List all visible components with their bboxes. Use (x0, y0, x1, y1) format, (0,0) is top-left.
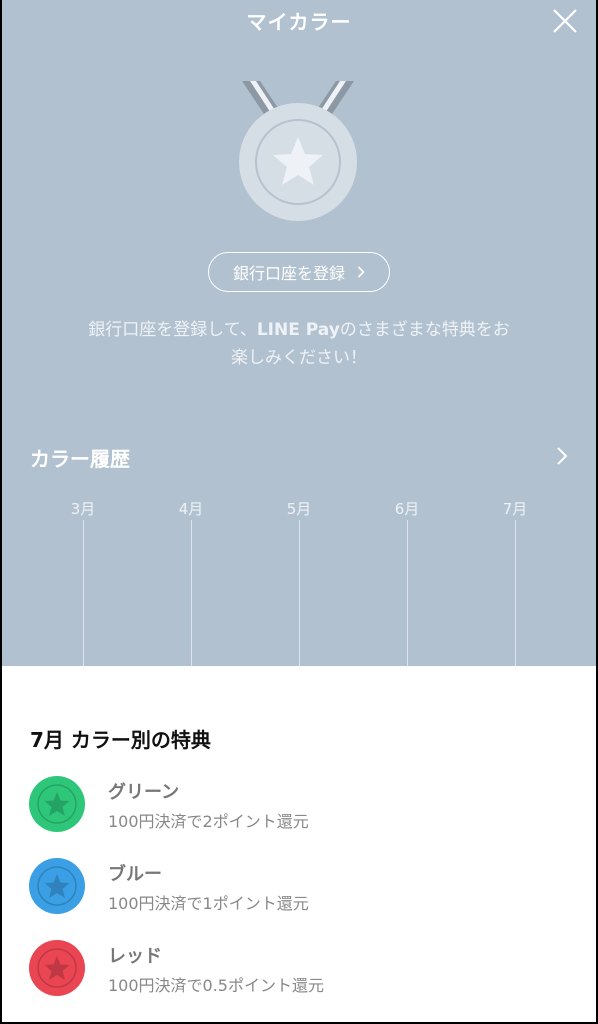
benefit-description: 100円決済で1ポイント還元 (108, 894, 309, 913)
description-text-3: 楽しみください！ (231, 348, 367, 368)
chevron-right-icon (357, 266, 365, 278)
benefits-title: 7月 カラー別の特典 (30, 728, 211, 752)
month-gridline (515, 520, 516, 666)
month-label: 4月 (178, 500, 204, 518)
month-label: 5月 (286, 500, 312, 518)
month-label: 7月 (502, 500, 528, 518)
benefit-item-green: グリーン 100円決済で2ポイント還元 (28, 774, 568, 834)
description-text-2: のさまざまな特典をお (339, 320, 510, 340)
month-label: 6月 (394, 500, 420, 518)
close-icon[interactable] (552, 8, 578, 34)
register-button-label: 銀行口座を登録 (232, 264, 345, 283)
register-description: 銀行口座を登録して、LINE Payのさまざまな特典をお 楽しみください！ (42, 316, 556, 372)
register-bank-account-button[interactable]: 銀行口座を登録 (208, 252, 390, 292)
month-gridline (299, 520, 300, 666)
star-coin-icon (29, 858, 85, 914)
page-title: マイカラー (246, 10, 352, 34)
description-text-1: 銀行口座を登録して、 (88, 320, 257, 340)
month-gridline (407, 520, 408, 666)
month-label: 3月 (70, 500, 96, 518)
top-panel: マイカラー 銀行口座を登録 銀行口座を登録して、LINE Payのさまざまな特典… (2, 0, 596, 666)
star-coin-icon (29, 940, 85, 996)
benefit-item-red: レッド 100円決済で0.5ポイント還元 (28, 938, 568, 998)
my-color-screen: マイカラー 銀行口座を登録 銀行口座を登録して、LINE Payのさまざまな特典… (2, 0, 596, 1022)
month-gridline (191, 520, 192, 666)
benefits-panel: 7月 カラー別の特典 グリーン 100円決済で2ポイント還元 ブルー 100円決… (2, 666, 596, 1022)
description-brand: LINE Pay (256, 320, 340, 340)
benefit-name: グリーン (108, 782, 180, 803)
benefit-description: 100円決済で0.5ポイント還元 (108, 976, 324, 995)
medal-icon (239, 81, 357, 221)
benefit-item-blue: ブルー 100円決済で1ポイント還元 (28, 856, 568, 916)
star-coin-icon (29, 776, 85, 832)
benefit-name: レッド (108, 946, 162, 967)
month-gridline (83, 520, 84, 666)
chevron-right-icon[interactable] (556, 446, 568, 466)
benefit-description: 100円決済で2ポイント還元 (108, 812, 309, 831)
benefit-name: ブルー (108, 864, 162, 885)
color-history-title[interactable]: カラー履歴 (30, 443, 130, 472)
